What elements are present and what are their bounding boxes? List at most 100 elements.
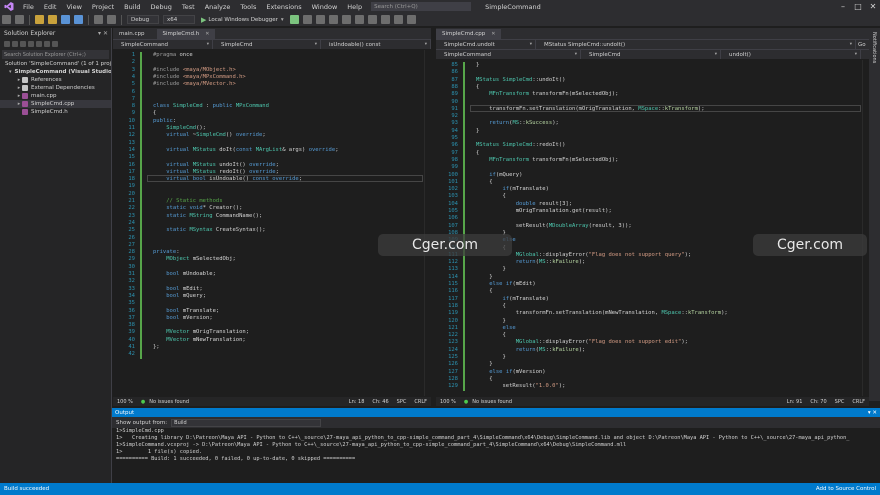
code-line[interactable]: MObject mSelectedObj;: [153, 256, 236, 262]
go-button[interactable]: Go: [858, 42, 866, 48]
code-line[interactable]: #include <maya/MVector.h>: [153, 81, 236, 87]
collapse-all-icon[interactable]: [36, 41, 42, 47]
save-all-icon[interactable]: [74, 15, 83, 24]
tree-item[interactable]: SimpleCmd.h: [0, 108, 111, 116]
home-icon[interactable]: [4, 41, 10, 47]
code-line[interactable]: if(mTranslate): [476, 296, 549, 302]
code-line[interactable]: MFnTransform transformFn(mSelectedObj);: [476, 157, 618, 163]
bookmark-prev-icon[interactable]: [367, 15, 377, 24]
back-icon[interactable]: [2, 15, 11, 24]
bookmark-icon[interactable]: [341, 15, 351, 24]
menu-file[interactable]: File: [18, 3, 39, 11]
code-line[interactable]: {: [476, 376, 492, 382]
project-nav-dropdown[interactable]: SimpleCommand ▾: [436, 50, 581, 59]
tree-item[interactable]: ▸ SimpleCmd.cpp: [0, 100, 111, 108]
code-line[interactable]: }: [476, 361, 492, 367]
code-line[interactable]: static MSyntax CreateSyntax();: [153, 227, 265, 233]
code-line[interactable]: virtual MStatus undoIt() override;: [153, 162, 279, 168]
output-source-select[interactable]: Build: [171, 418, 322, 427]
code-line[interactable]: return(MS::kSuccess);: [476, 120, 559, 126]
code-line[interactable]: bool mVersion;: [153, 315, 212, 321]
show-all-files-icon[interactable]: [44, 41, 50, 47]
zoom-level[interactable]: 100 %: [117, 399, 133, 405]
menu-project[interactable]: Project: [87, 3, 119, 11]
menu-help[interactable]: Help: [342, 3, 367, 11]
code-line[interactable]: bool mTranslate;: [153, 308, 219, 314]
refresh-icon[interactable]: [28, 41, 34, 47]
new-project-icon[interactable]: [35, 15, 44, 24]
code-line[interactable]: class SimpleCmd : public MPxCommand: [153, 103, 269, 109]
code-line[interactable]: virtual MStatus redoIt() override;: [153, 169, 279, 175]
member-nav-dropdown[interactable]: isUndoable() const ▾: [321, 40, 431, 49]
code-line[interactable]: else if(mVersion): [476, 369, 545, 375]
code-line[interactable]: bool mQuery;: [153, 293, 206, 299]
close-icon[interactable]: ✕: [866, 0, 880, 13]
code-line[interactable]: }: [476, 354, 505, 360]
right-code-area[interactable]: 85} 86 87 MStatus SimpleCmd::undoIt() 88{89 …: [436, 60, 869, 396]
code-line[interactable]: MVector mOrigTranslation;: [153, 329, 249, 335]
menu-edit[interactable]: Edit: [39, 3, 62, 11]
tree-item[interactable]: ▸ External Dependencies: [0, 84, 111, 92]
code-line[interactable]: MStatus SimpleCmd::undoIt(): [476, 77, 565, 83]
menu-analyze[interactable]: Analyze: [200, 3, 236, 11]
menu-debug[interactable]: Debug: [146, 3, 177, 11]
undo-icon[interactable]: [94, 15, 103, 24]
outdent-icon[interactable]: [406, 15, 416, 24]
configuration-select[interactable]: Debug: [127, 15, 159, 24]
code-line[interactable]: }: [476, 128, 479, 134]
code-line[interactable]: if(mTranslate): [476, 186, 549, 192]
tree-item[interactable]: ▸ References: [0, 76, 111, 84]
code-line[interactable]: transformFn.setTranslation(mNewTranslati…: [476, 310, 728, 316]
code-line[interactable]: #include <maya/MPxCommand.h>: [153, 74, 246, 80]
code-line[interactable]: static void* Creator();: [153, 205, 242, 211]
notifications-tab[interactable]: Notifications: [871, 32, 877, 63]
run-debugger-button[interactable]: Local Windows Debugger: [208, 17, 278, 23]
code-line[interactable]: {: [153, 110, 156, 116]
properties-icon[interactable]: [52, 41, 58, 47]
close-tab-icon[interactable]: ✕: [205, 31, 209, 37]
menu-window[interactable]: Window: [307, 3, 343, 11]
search-input[interactable]: Search (Ctrl+Q): [371, 2, 472, 11]
code-line[interactable]: transformFn.setTranslation(mOrigTranslat…: [476, 106, 704, 112]
play-icon[interactable]: ▶: [201, 16, 206, 24]
pin-icon[interactable]: ▾ ✕: [98, 30, 108, 37]
code-line[interactable]: {: [476, 84, 479, 90]
tree-item[interactable]: Solution 'SimpleCommand' (1 of 1 project…: [0, 60, 111, 68]
code-line[interactable]: }: [476, 62, 479, 68]
chevron-down-icon[interactable]: ▾: [281, 17, 284, 23]
code-line[interactable]: {: [476, 288, 492, 294]
code-line[interactable]: {: [476, 332, 505, 338]
code-line[interactable]: // Static methods: [153, 198, 222, 204]
code-line[interactable]: virtual MStatus doIt(const MArgList& arg…: [153, 147, 338, 153]
code-line[interactable]: return(MS::kFailure);: [476, 259, 586, 265]
menu-build[interactable]: Build: [119, 3, 145, 11]
code-line[interactable]: SimpleCmd();: [153, 125, 206, 131]
format-icon[interactable]: [315, 15, 325, 24]
output-text[interactable]: 1>SimpleCmd.cpp 1> Creating library D:\Pa…: [112, 428, 880, 463]
code-line[interactable]: setResult(MDoubleArray(result, 3));: [476, 223, 632, 229]
pin-icon[interactable]: ▾ ✕: [868, 410, 877, 416]
notifications-strip[interactable]: Notifications: [869, 28, 880, 401]
code-line[interactable]: }: [476, 266, 505, 272]
minimize-icon[interactable]: –: [836, 0, 850, 13]
bookmark-next-icon[interactable]: [354, 15, 364, 24]
project-nav-dropdown[interactable]: SimpleCommand ▾: [113, 40, 213, 49]
start-without-debugging-icon[interactable]: [289, 15, 299, 24]
code-line[interactable]: bool mEdit;: [153, 286, 202, 292]
code-line[interactable]: {: [476, 179, 492, 185]
code-line[interactable]: }: [476, 318, 505, 324]
tab-simplecmd-h[interactable]: SimpleCmd.h ✕: [156, 29, 216, 39]
code-line[interactable]: {: [476, 193, 505, 199]
scope-nav-dropdown[interactable]: SimpleCmd ▾: [213, 40, 321, 49]
code-line[interactable]: double result[3];: [476, 201, 572, 207]
scope-nav-dropdown[interactable]: SimpleCmd ▾: [581, 50, 721, 59]
right-vertical-scrollbar[interactable]: [862, 60, 869, 396]
solution-search-input[interactable]: Search Solution Explorer (Ctrl+;): [2, 50, 109, 59]
close-tab-icon[interactable]: ✕: [491, 31, 495, 37]
code-line[interactable]: mOrigTranslation.get(result);: [476, 208, 612, 214]
save-icon[interactable]: [61, 15, 70, 24]
code-line[interactable]: MStatus SimpleCmd::redoIt(): [476, 142, 565, 148]
code-line[interactable]: {: [476, 150, 479, 156]
signature-nav-dropdown[interactable]: MStatus SimpleCmd::undoIt() ▾: [536, 40, 856, 49]
menu-test[interactable]: Test: [177, 3, 200, 11]
